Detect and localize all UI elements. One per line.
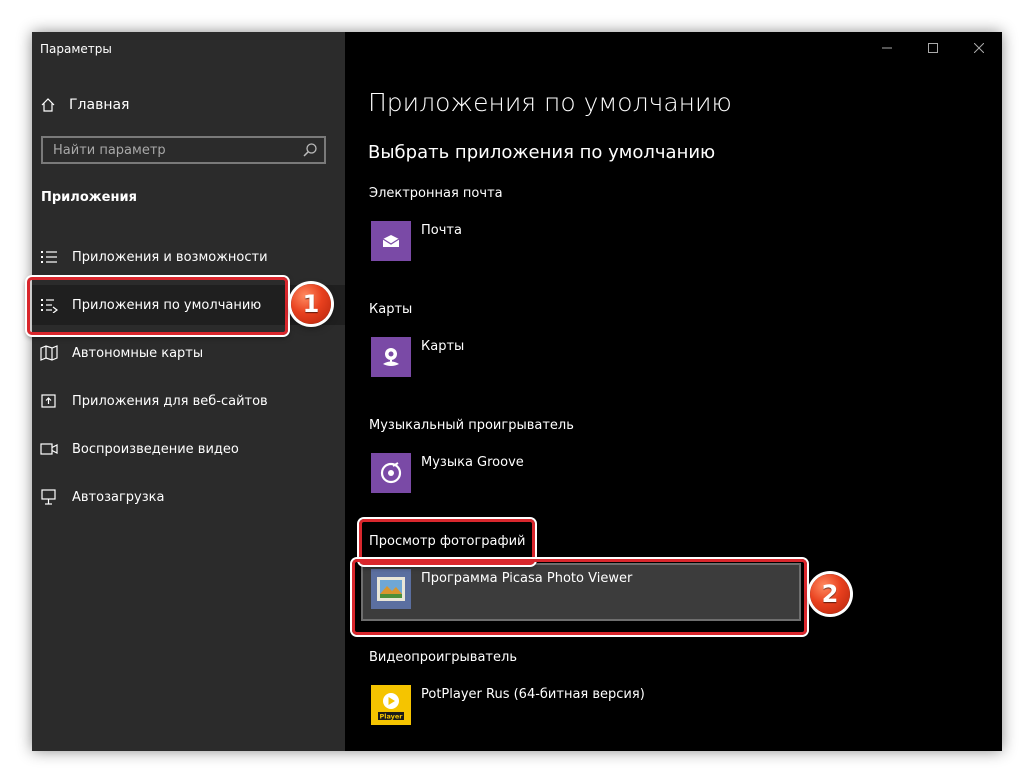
category-label-video: Видеопроигрыватель [369, 650, 517, 665]
minimize-icon [882, 47, 892, 49]
startup-icon [41, 489, 56, 505]
default-app-music[interactable]: Музыка Groove [361, 447, 801, 497]
home-label: Главная [69, 97, 130, 113]
sidebar-item-label: Автозагрузка [72, 489, 165, 505]
page-title: Приложения по умолчанию [368, 88, 732, 117]
close-icon [974, 43, 984, 53]
window-title: Параметры [40, 42, 112, 56]
search-input[interactable] [43, 138, 303, 162]
app-name: PotPlayer Rus (64-битная версия) [421, 687, 645, 702]
annotation-badge-2: 2 [810, 574, 850, 614]
settings-window: Параметры Главная Приложения Приложения … [32, 32, 1002, 751]
sidebar-item-apps-features[interactable]: Приложения и возможности [32, 237, 345, 277]
section-title: Приложения [41, 190, 137, 205]
mail-icon [371, 221, 411, 261]
annotation-highlight-1 [27, 277, 288, 335]
sidebar-item-web-apps[interactable]: Приложения для веб-сайтов [32, 381, 345, 421]
video-icon [40, 443, 58, 455]
minimize-button[interactable] [864, 32, 910, 64]
app-name: Музыка Groove [421, 455, 524, 470]
home-link[interactable]: Главная [40, 94, 129, 116]
category-label-email: Электронная почта [369, 186, 503, 201]
sidebar-item-startup[interactable]: Автозагрузка [32, 477, 345, 517]
page-subtitle: Выбрать приложения по умолчанию [368, 142, 716, 163]
maps-icon [371, 337, 411, 377]
category-label-music: Музыкальный проигрыватель [369, 418, 574, 433]
sidebar: Параметры Главная Приложения Приложения … [32, 32, 345, 751]
app-name: Карты [421, 339, 465, 354]
sidebar-item-label: Приложения и возможности [72, 249, 268, 265]
default-app-maps[interactable]: Карты [361, 331, 801, 381]
app-name: Почта [421, 223, 462, 238]
default-app-video[interactable]: Player PotPlayer Rus (64-битная версия) [361, 679, 801, 729]
search-box[interactable] [41, 136, 326, 164]
sidebar-item-label: Приложения для веб-сайтов [72, 393, 268, 409]
home-icon [41, 98, 55, 112]
category-label-maps: Карты [369, 302, 413, 317]
close-button[interactable] [956, 32, 1002, 64]
sidebar-item-video-playback[interactable]: Воспроизведение видео [32, 429, 345, 469]
potplayer-icon: Player [371, 685, 411, 725]
maximize-icon [928, 43, 938, 53]
groove-icon [371, 453, 411, 493]
map-icon [40, 345, 58, 361]
annotation-highlight-2 [352, 559, 807, 635]
potplayer-icon-text: Player [379, 713, 403, 721]
web-app-icon [41, 394, 56, 408]
sidebar-item-label: Воспроизведение видео [72, 441, 239, 457]
default-app-email[interactable]: Почта [361, 215, 801, 265]
sidebar-item-label: Автономные карты [72, 345, 204, 361]
search-icon[interactable] [302, 142, 318, 158]
annotation-badge-1: 1 [291, 284, 331, 324]
list-icon [41, 251, 57, 263]
sidebar-item-offline-maps[interactable]: Автономные карты [32, 333, 345, 373]
window-controls [864, 32, 1002, 64]
maximize-button[interactable] [910, 32, 956, 64]
